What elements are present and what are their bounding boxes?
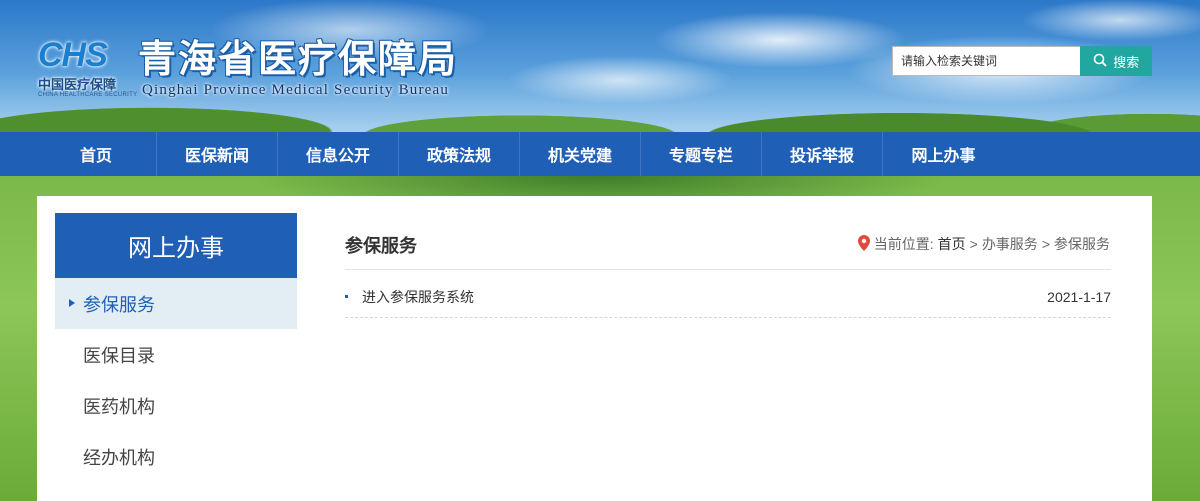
list-item-title[interactable]: 进入参保服务系统 bbox=[362, 287, 474, 307]
sidebar-item-enrollment[interactable]: 参保服务 bbox=[55, 278, 297, 329]
breadcrumb-separator: > bbox=[1041, 236, 1050, 252]
breadcrumb-level2[interactable]: 参保服务 bbox=[1054, 234, 1110, 254]
breadcrumb-prefix: 当前位置: bbox=[873, 236, 934, 252]
sidebar-item-label: 医保目录 bbox=[83, 345, 155, 366]
breadcrumb-separator: > bbox=[969, 236, 978, 252]
nav-item-info-disclosure[interactable]: 信息公开 bbox=[278, 132, 399, 176]
search-icon bbox=[1093, 53, 1107, 70]
search-button-label: 搜索 bbox=[1113, 54, 1140, 70]
sidebar-menu: 参保服务 医保目录 医药机构 经办机构 bbox=[55, 278, 297, 482]
sidebar-item-label: 医药机构 bbox=[83, 396, 155, 417]
nav-item-home[interactable]: 首页 bbox=[36, 132, 157, 176]
title-divider bbox=[345, 269, 1111, 270]
caret-right-icon bbox=[69, 299, 75, 307]
sidebar-item-label: 经办机构 bbox=[83, 447, 155, 468]
nav-item-news[interactable]: 医保新闻 bbox=[157, 132, 278, 176]
sidebar-item-agencies[interactable]: 经办机构 bbox=[55, 431, 297, 482]
site-subtitle: Qinghai Province Medical Security Bureau bbox=[142, 82, 450, 98]
list-item[interactable]: 进入参保服务系统 2021-1-17 bbox=[345, 276, 1111, 318]
sidebar-item-catalog[interactable]: 医保目录 bbox=[55, 329, 297, 380]
breadcrumb-home[interactable]: 首页 bbox=[938, 234, 966, 254]
search-box: 搜索 bbox=[892, 46, 1152, 76]
site-title[interactable]: 青海省医疗保障局 bbox=[138, 28, 458, 83]
header-banner: CHS 中国医疗保障 CHINA HEALTHCARE SECURITY 青海省… bbox=[0, 0, 1200, 132]
search-input[interactable] bbox=[892, 46, 1081, 76]
breadcrumb: 当前位置: 首页 > 办事服务 > 参保服务 bbox=[857, 234, 1110, 254]
location-pin-icon bbox=[857, 234, 870, 254]
nav-item-topics[interactable]: 专题专栏 bbox=[641, 132, 762, 176]
search-button[interactable]: 搜索 bbox=[1080, 46, 1152, 76]
bullet-icon bbox=[345, 295, 348, 298]
breadcrumb-level1[interactable]: 办事服务 bbox=[982, 234, 1038, 254]
logo-cn-text: 中国医疗保障 bbox=[38, 77, 117, 92]
logo-en-text: CHINA HEALTHCARE SECURITY bbox=[38, 92, 138, 98]
chs-logo[interactable]: CHS bbox=[38, 38, 132, 72]
nav-item-online-services[interactable]: 网上办事 bbox=[883, 132, 1004, 176]
nav-item-complaints[interactable]: 投诉举报 bbox=[762, 132, 883, 176]
sidebar-title: 网上办事 bbox=[55, 213, 297, 278]
list-item-date: 2021-1-17 bbox=[1047, 288, 1111, 305]
sidebar-item-label: 参保服务 bbox=[83, 294, 155, 315]
main-nav: 首页 医保新闻 信息公开 政策法规 机关党建 专题专栏 投诉举报 网上办事 bbox=[0, 132, 1200, 176]
nav-item-party-building[interactable]: 机关党建 bbox=[520, 132, 641, 176]
nav-item-policies[interactable]: 政策法规 bbox=[399, 132, 520, 176]
sidebar-item-pharma-institutions[interactable]: 医药机构 bbox=[55, 380, 297, 431]
page-title: 参保服务 bbox=[345, 236, 417, 256]
